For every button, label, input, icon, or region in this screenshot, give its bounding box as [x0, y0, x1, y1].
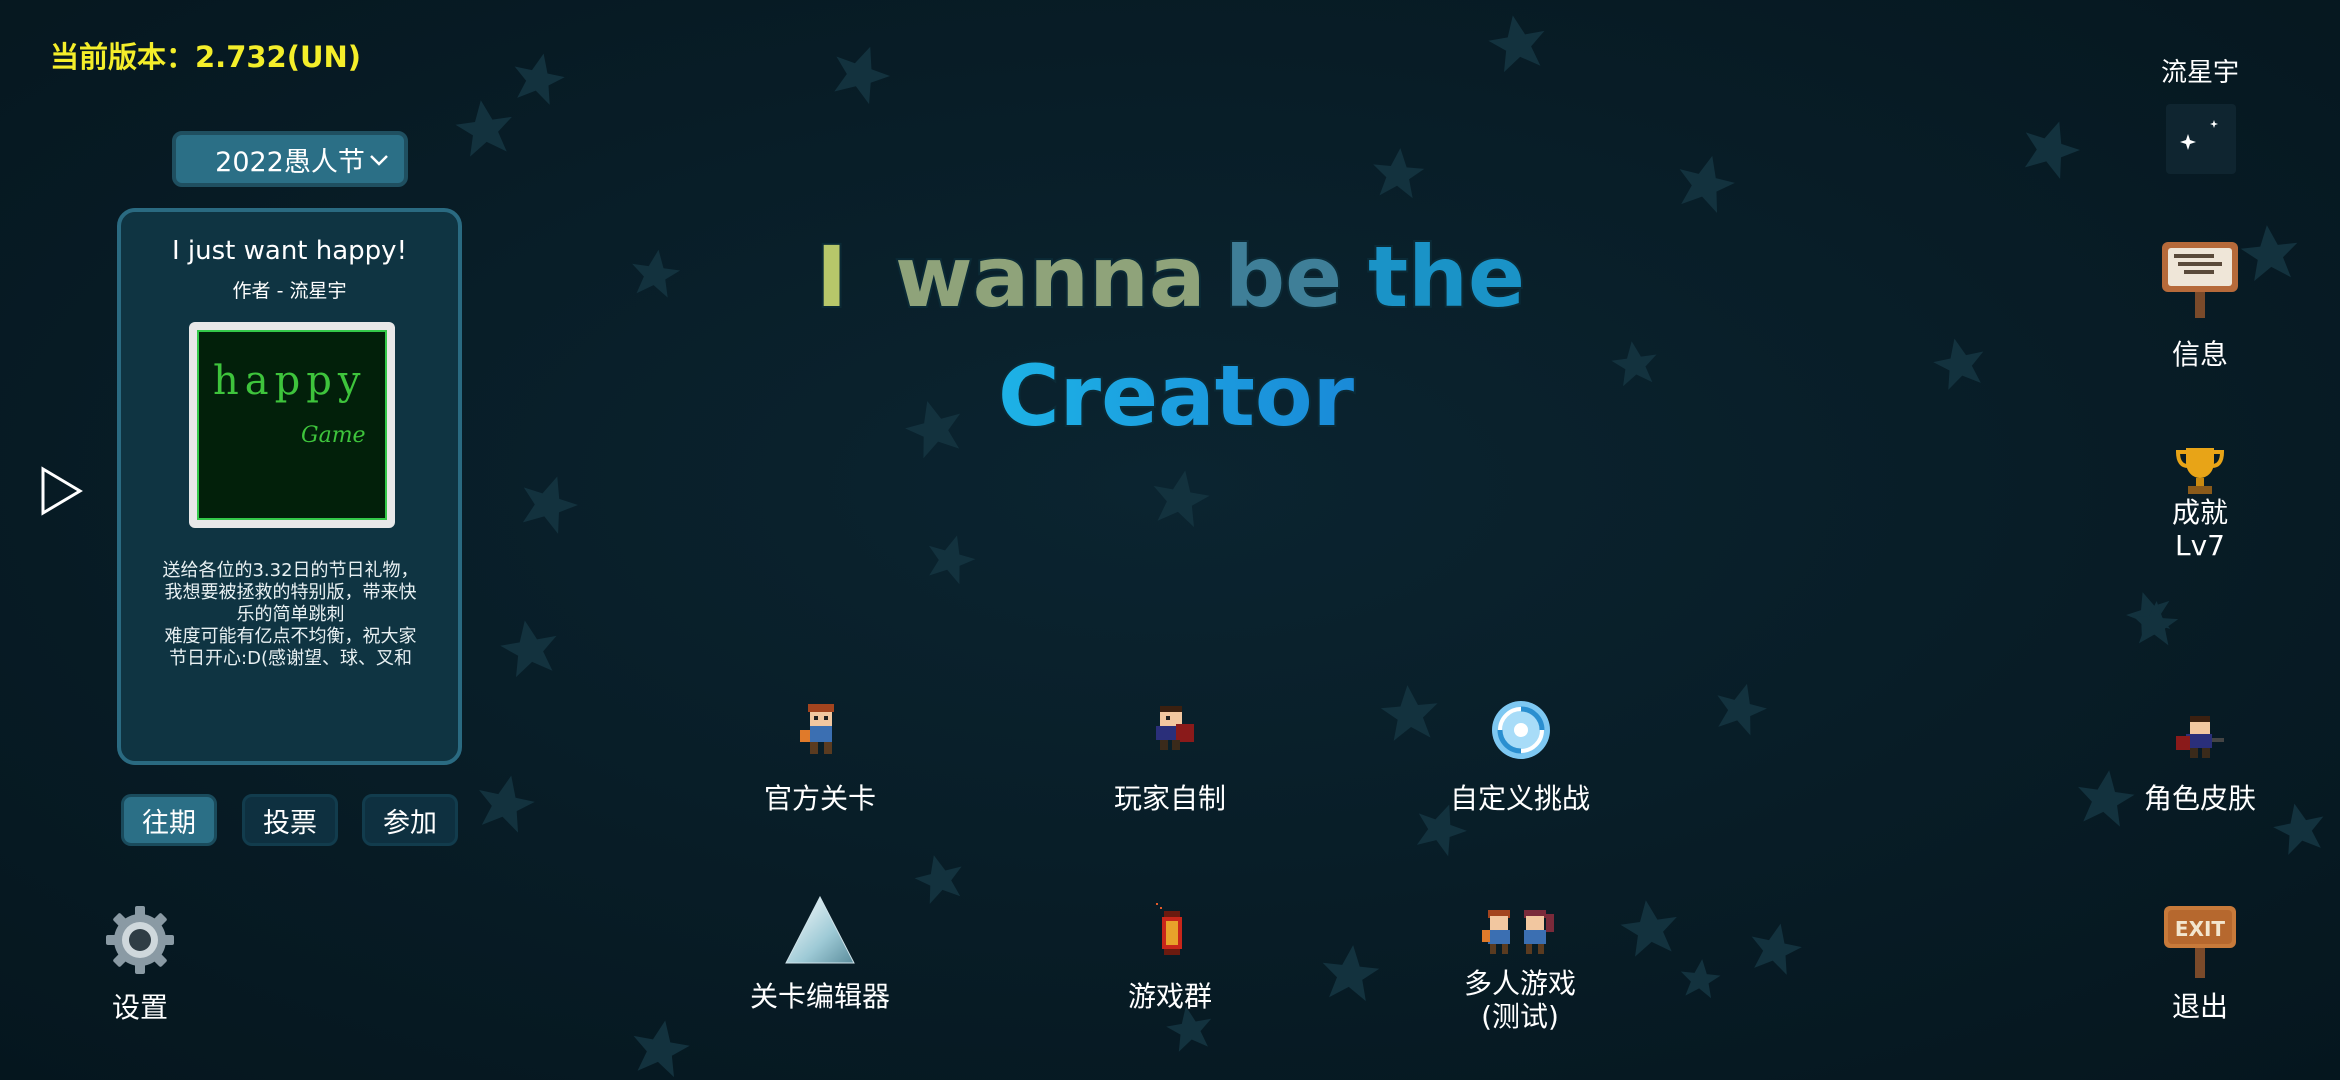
kid-character-icon [1156, 706, 1194, 750]
fox-character-icon [800, 704, 834, 754]
player-made-label: 玩家自制 [1113, 782, 1226, 815]
custom-challenge-button[interactable]: 自定义挑战 [1440, 695, 1600, 820]
description-line: 乐的简单跳刺 [236, 604, 345, 625]
lantern-icon [1156, 903, 1182, 955]
skin-character-icon [2176, 716, 2224, 758]
level-thumbnail: happy Game [189, 322, 395, 528]
sparkle-icon [2180, 120, 2218, 150]
tab-past-label: 往期 [142, 807, 196, 839]
play-arrow-icon[interactable] [40, 466, 84, 516]
info-label: 信息 [2171, 338, 2228, 371]
level-description: 送给各位的3.32日的节日礼物， 我想要被拯救的特别版，带来快 乐的简单跳刺 难… [143, 560, 438, 670]
official-levels-label: 官方关卡 [763, 782, 876, 815]
multiplayer-characters-icon [1482, 910, 1554, 954]
thumbnail-text-game: Game [301, 423, 366, 448]
event-dropdown[interactable]: 2022愚人节 [172, 131, 408, 187]
level-title: I just want happy! [171, 236, 407, 266]
trophy-icon [2175, 448, 2225, 494]
description-line: 我想要被拯救的特别版，带来快 [164, 582, 417, 603]
featured-level-card[interactable]: I just want happy! 作者 - 流星宇 happy Game 送… [117, 208, 462, 765]
thumbnail-drawing: happy Game [213, 358, 366, 448]
level-editor-label: 关卡编辑器 [749, 980, 890, 1013]
tab-past[interactable]: 往期 [121, 794, 217, 846]
multiplayer-label-line2: (测试) [1481, 1000, 1559, 1033]
level-author: 作者 - 流星宇 [232, 280, 347, 302]
info-button[interactable]: 信息 [2150, 238, 2250, 378]
spike-icon [785, 895, 855, 964]
exit-sign-text: EXIT [2175, 917, 2226, 941]
version-label: 当前版本：2.732(UN) [50, 40, 362, 74]
tab-join-label: 参加 [383, 807, 437, 839]
custom-challenge-label: 自定义挑战 [1449, 782, 1590, 815]
tab-join[interactable]: 参加 [362, 794, 458, 846]
exit-label: 退出 [2171, 990, 2228, 1023]
event-dropdown-value: 2022愚人节 [215, 146, 365, 178]
description-line: 送给各位的3.32日的节日礼物， [162, 560, 419, 581]
gear-icon [106, 906, 174, 974]
character-skins-label: 角色皮肤 [2143, 782, 2256, 815]
description-line: 难度可能有亿点不均衡，祝大家 [164, 626, 417, 647]
achievement-level: Lv7 [2175, 529, 2225, 562]
game-group-button[interactable]: 游戏群 [1110, 895, 1230, 1020]
username-label: 流星宇 [2160, 58, 2239, 88]
game-group-label: 游戏群 [1127, 980, 1212, 1013]
achievement-button[interactable]: 成就 Lv7 [2150, 440, 2250, 570]
settings-label: 设置 [111, 991, 168, 1024]
tab-vote[interactable]: 投票 [242, 794, 338, 846]
character-skins-button[interactable]: 角色皮肤 [2140, 708, 2260, 823]
achievement-label: 成就 [2171, 496, 2228, 529]
multiplayer-button[interactable]: 多人游戏 (测试) [1440, 900, 1600, 1040]
avatar[interactable] [2166, 104, 2236, 174]
exit-sign-icon: EXIT [2164, 906, 2236, 978]
tab-vote-label: 投票 [263, 807, 317, 839]
description-line: 节日开心:D(感谢望、球、叉和 [169, 648, 412, 669]
vortex-icon [1492, 701, 1550, 759]
official-levels-button[interactable]: 官方关卡 [760, 700, 880, 820]
multiplayer-label: 多人游戏 (测试) [1430, 967, 1610, 1033]
player-made-button[interactable]: 玩家自制 [1110, 700, 1230, 820]
settings-button[interactable]: 设置 [90, 900, 190, 1030]
signboard-icon [2162, 242, 2238, 318]
level-editor-button[interactable]: 关卡编辑器 [740, 895, 900, 1020]
exit-button[interactable]: EXIT 退出 [2150, 902, 2250, 1032]
thumbnail-text-happy: happy [213, 358, 366, 404]
chevron-down-icon [370, 155, 388, 166]
multiplayer-label-line1: 多人游戏 [1463, 967, 1576, 1000]
